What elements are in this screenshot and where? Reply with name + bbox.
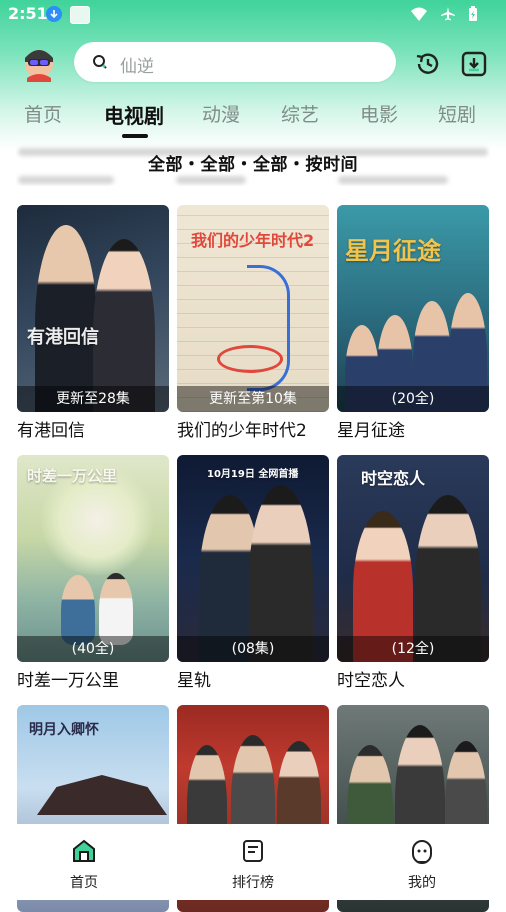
tab-home[interactable]: 首页 xyxy=(24,100,62,127)
nav-home[interactable]: 首页 xyxy=(34,838,134,892)
search-bar[interactable]: 仙逆 xyxy=(74,42,396,82)
video-title: 时差一万公里 xyxy=(17,671,119,691)
episode-badge: 更新至28集 xyxy=(17,386,169,412)
video-card[interactable]: 星月征途 (20全) 星月征途 xyxy=(337,205,489,441)
status-icons xyxy=(410,6,478,22)
tab-tv-series[interactable]: 电视剧 xyxy=(104,100,164,129)
poster-title-text: 我们的少年时代2 xyxy=(191,231,315,250)
poster-title-text: 星月征途 xyxy=(345,237,441,265)
episode-badge: (08集) xyxy=(177,636,329,662)
history-button[interactable] xyxy=(414,50,442,78)
video-card[interactable]: 时差一万公里 (40全) 时差一万公里 xyxy=(17,455,169,691)
episode-badge: (12全) xyxy=(337,636,489,662)
video-card[interactable]: 时空恋人 (12全) 时空恋人 xyxy=(337,455,489,691)
nav-profile-label: 我的 xyxy=(408,875,436,891)
app-notification-icon xyxy=(70,6,90,24)
nav-ranking[interactable]: 排行榜 xyxy=(203,838,303,892)
poster-image: 10月19日 全网首播 (08集) xyxy=(177,455,329,662)
video-card[interactable]: 有港回信 更新至28集 有港回信 xyxy=(17,205,169,441)
poster-image: 星月征途 (20全) xyxy=(337,205,489,412)
poster-image: 我们的少年时代2 更新至第10集 xyxy=(177,205,329,412)
video-title: 星轨 xyxy=(177,671,211,691)
bottom-navigation: 首页 排行榜 我的 xyxy=(0,824,506,900)
episode-badge: (20全) xyxy=(337,386,489,412)
tab-anime[interactable]: 动漫 xyxy=(202,100,240,127)
search-icon xyxy=(92,54,108,74)
tab-variety[interactable]: 综艺 xyxy=(281,100,319,127)
status-bar: 2:51 xyxy=(0,0,506,28)
status-time: 2:51 xyxy=(8,4,48,23)
nav-home-label: 首页 xyxy=(70,875,98,891)
category-tabs: 首页 电视剧 动漫 综艺 电影 短剧 xyxy=(0,100,506,140)
profile-icon xyxy=(412,840,432,864)
poster-image: 时空恋人 (12全) xyxy=(337,455,489,662)
tab-short-drama[interactable]: 短剧 xyxy=(438,100,476,127)
poster-title-text: 明月入卿怀 xyxy=(29,722,99,738)
history-icon xyxy=(416,53,439,74)
filter-summary[interactable]: 全部・全部・全部・按时间 xyxy=(0,150,506,175)
ranking-icon xyxy=(243,840,263,862)
episode-badge: 更新至第10集 xyxy=(177,386,329,412)
video-card[interactable]: 我们的少年时代2 更新至第10集 我们的少年时代2 xyxy=(177,205,329,441)
poster-image: 时差一万公里 (40全) xyxy=(17,455,169,662)
download-icon xyxy=(461,51,487,77)
airplane-icon xyxy=(441,7,455,21)
poster-title-text: 时空恋人 xyxy=(361,469,426,488)
poster-title-text: 时差一万公里 xyxy=(27,467,118,485)
poster-image: 有港回信 更新至28集 xyxy=(17,205,169,412)
wifi-icon xyxy=(411,7,427,21)
tab-movie[interactable]: 电影 xyxy=(360,100,398,127)
download-status-icon xyxy=(46,6,62,22)
active-tab-indicator xyxy=(122,134,148,138)
battery-icon xyxy=(469,6,477,21)
video-title: 有港回信 xyxy=(17,421,85,441)
video-title: 我们的少年时代2 xyxy=(177,421,307,441)
video-title: 时空恋人 xyxy=(337,671,405,691)
nav-ranking-label: 排行榜 xyxy=(232,875,274,891)
download-button[interactable] xyxy=(460,50,488,78)
episode-badge: (40全) xyxy=(17,636,169,662)
nav-profile[interactable]: 我的 xyxy=(372,838,472,892)
search-placeholder: 仙逆 xyxy=(120,57,154,77)
poster-title-text: 10月19日 全网首播 xyxy=(207,469,299,480)
user-avatar[interactable] xyxy=(20,44,58,82)
video-card[interactable]: 10月19日 全网首播 (08集) 星轨 xyxy=(177,455,329,691)
poster-title-text: 有港回信 xyxy=(27,327,99,348)
video-title: 星月征途 xyxy=(337,421,405,441)
home-icon xyxy=(73,839,95,862)
